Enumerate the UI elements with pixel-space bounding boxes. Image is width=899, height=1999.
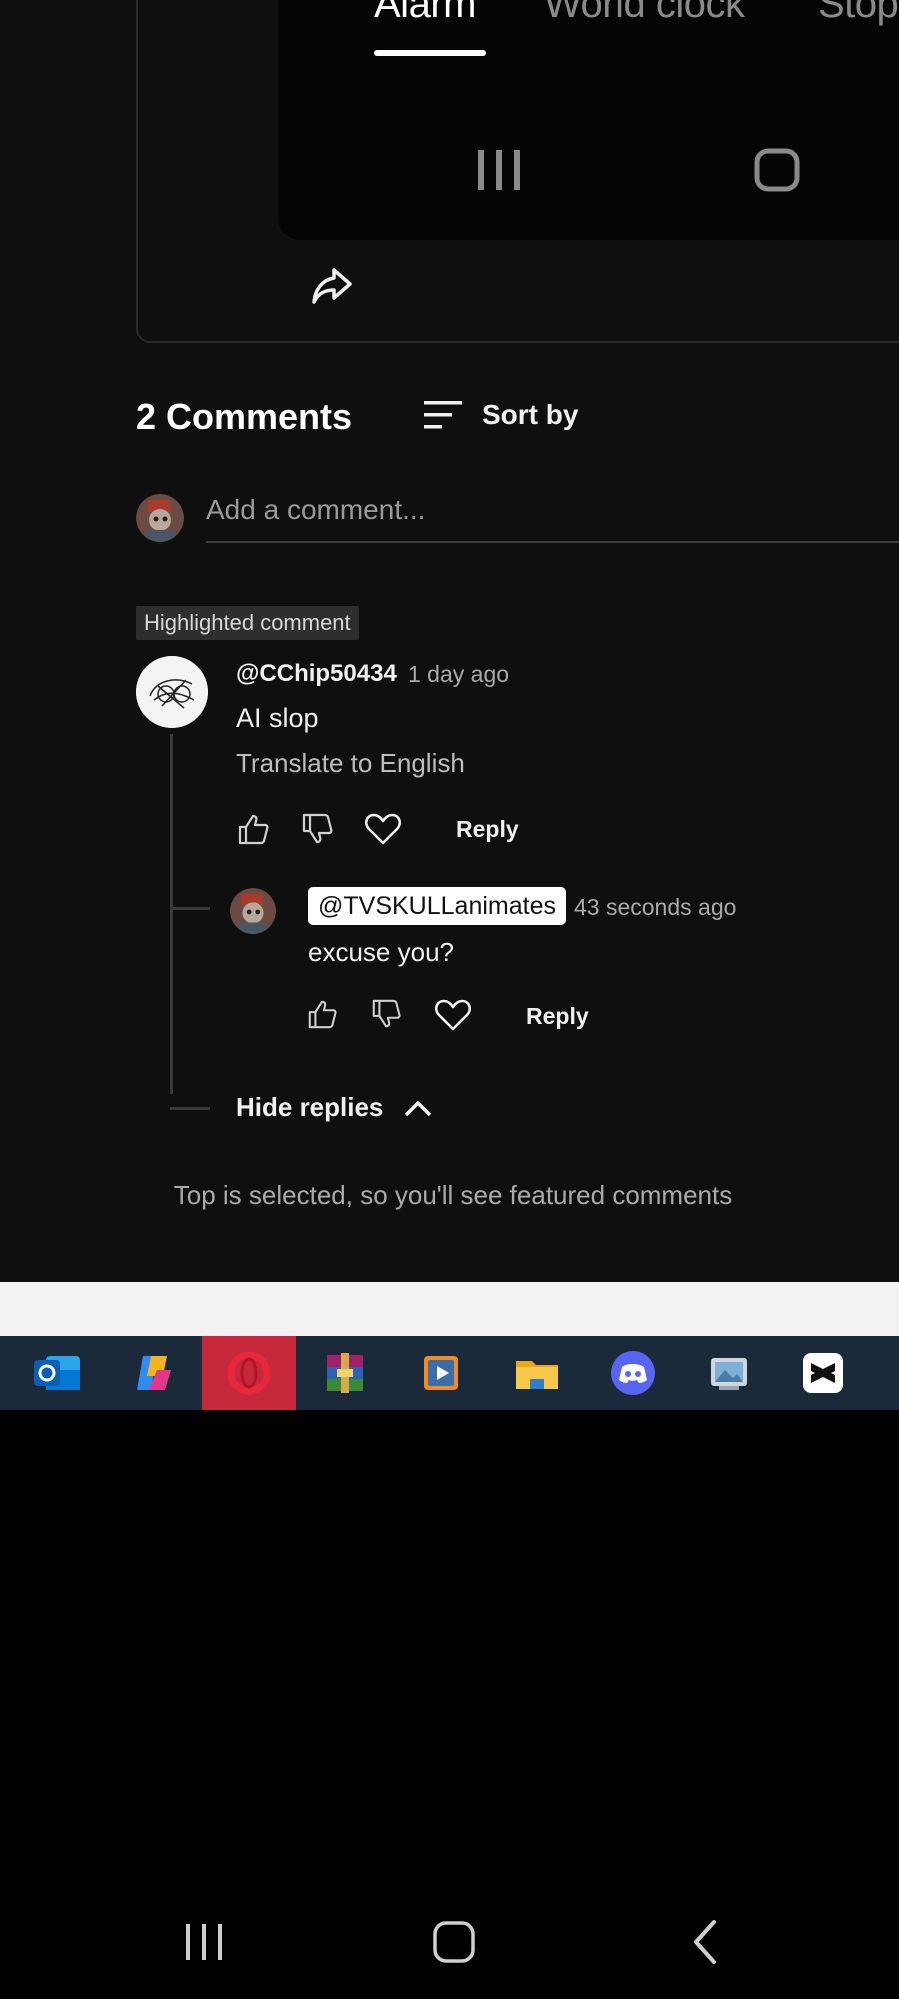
reply-connector [170,907,210,910]
translate-link[interactable]: Translate to English [236,748,465,779]
home-icon[interactable] [424,1912,484,1972]
media-player-icon[interactable] [394,1336,488,1410]
reply-author[interactable]: @TVSKULLanimates [308,887,566,925]
tab-alarm: Alarm [374,0,476,26]
sort-by-button[interactable]: Sort by [422,394,578,436]
winrar-icon[interactable] [298,1336,392,1410]
reply-time: 43 seconds ago [574,894,737,920]
add-comment-input[interactable]: Add a comment... [206,494,425,526]
taskbar [0,1336,899,1410]
share-icon[interactable] [308,262,356,310]
photos-icon[interactable] [682,1336,776,1410]
youtube-panel: Alarm World clock Stop 2 Comments Sort b… [0,0,899,1282]
like-icon[interactable] [236,812,270,846]
featured-comments-note: Top is selected, so you'll see featured … [173,1180,733,1210]
outlook-icon[interactable] [10,1336,104,1410]
tvskull-avatar[interactable] [230,888,276,934]
video-recent-apps-icon [478,150,520,190]
opera-icon[interactable] [202,1336,296,1410]
thread-line [170,734,173,1094]
my-avatar [136,494,184,542]
tab-world-clock: World clock [544,0,745,26]
comments-count: 2 Comments [136,396,353,437]
copilot-icon[interactable] [106,1336,200,1410]
capcut-icon[interactable] [776,1336,870,1410]
chevron-up-icon [405,1100,432,1116]
reply-like-icon[interactable] [306,998,338,1030]
add-comment-underline [206,541,899,543]
discord-icon[interactable] [586,1336,680,1410]
highlighted-comment-badge: Highlighted comment [136,606,359,640]
file-explorer-icon[interactable] [490,1336,584,1410]
video-phone-screen: Alarm World clock Stop [278,0,899,240]
comment-author[interactable]: @CChip50434 [236,660,397,688]
cchip-avatar[interactable] [136,656,208,728]
comment-text: AI slop [236,703,319,733]
sort-icon [424,401,462,429]
reply-text: excuse you? [308,937,454,967]
hide-replies-connector [170,1107,210,1110]
video-home-icon [754,148,800,192]
window-bottom-strip [0,1282,899,1336]
back-icon[interactable] [676,1912,736,1972]
reply-heart-icon[interactable] [434,998,472,1032]
tab-stopwatch: Stop [818,0,899,26]
comment-time: 1 day ago [408,661,510,687]
active-tab-underline [374,50,486,56]
dislike-icon[interactable] [300,812,334,846]
recent-apps-icon[interactable] [174,1912,234,1972]
reply-dislike-icon[interactable] [370,998,402,1030]
hide-replies-label: Hide replies [236,1092,384,1122]
hide-replies-button[interactable]: Hide replies [236,1092,433,1123]
reply-button[interactable]: Reply [456,816,519,843]
heart-icon[interactable] [364,812,402,846]
reply-reply-button[interactable]: Reply [526,1003,589,1030]
sort-by-label: Sort by [482,399,579,430]
